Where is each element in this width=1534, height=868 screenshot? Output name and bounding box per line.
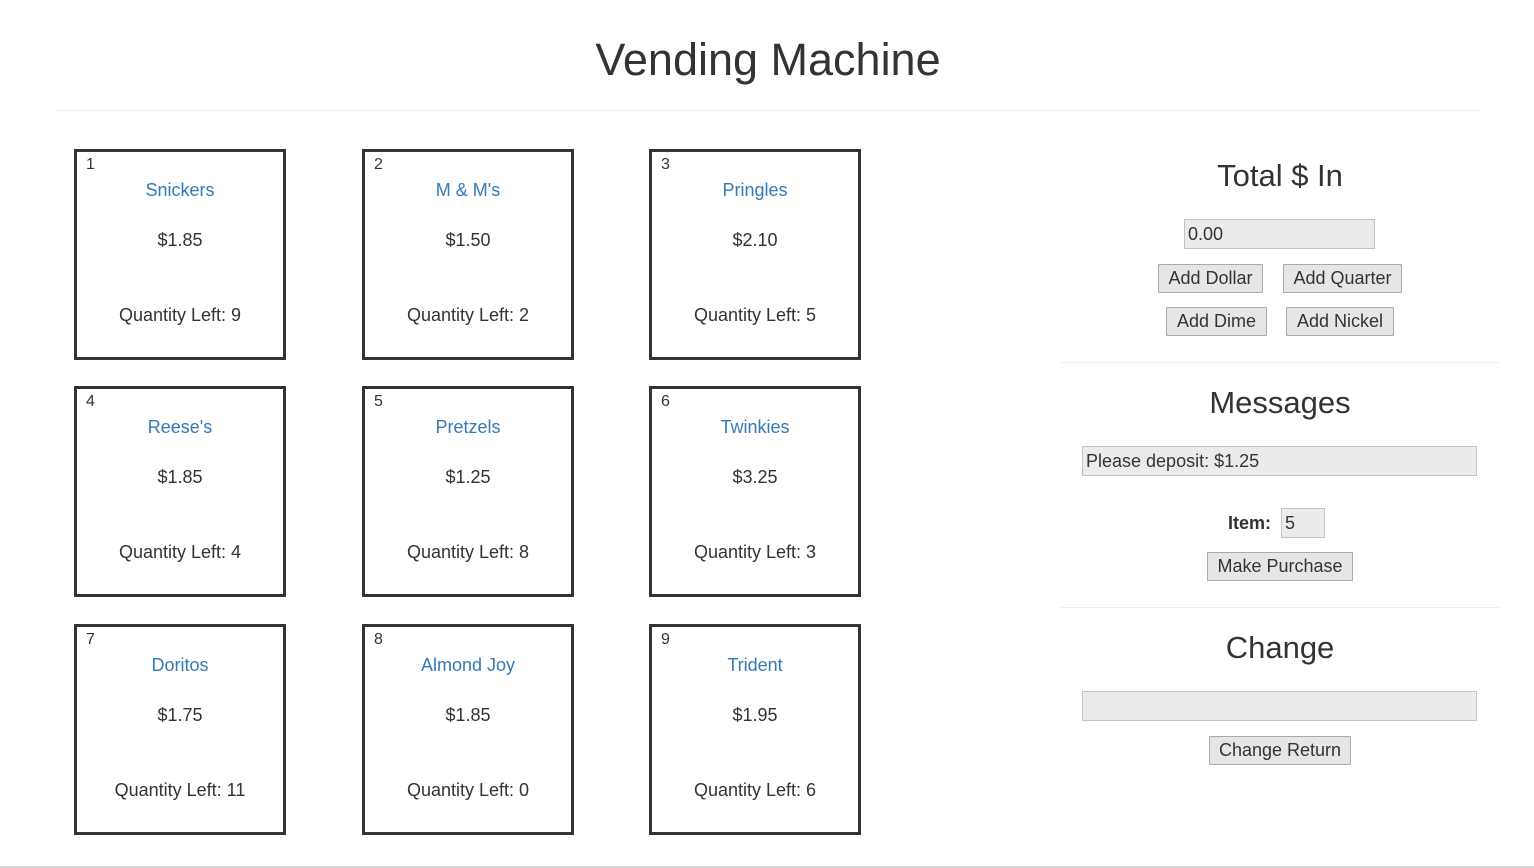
- item-quantity: Quantity Left: 4: [118, 542, 242, 562]
- item-price: $1.85: [157, 230, 203, 250]
- title-divider: [56, 110, 1480, 111]
- item-number: 3: [661, 156, 670, 173]
- item-price: $3.25: [732, 467, 778, 487]
- item-name[interactable]: Doritos: [77, 655, 283, 676]
- item-name[interactable]: Almond Joy: [365, 655, 571, 676]
- item-number: 5: [374, 393, 383, 410]
- messages-heading: Messages: [1209, 385, 1351, 420]
- item-number: 2: [374, 156, 383, 173]
- item-price: $1.85: [445, 705, 491, 725]
- change-return-button[interactable]: Change Return: [1209, 736, 1351, 765]
- add-dollar-button[interactable]: Add Dollar: [1158, 264, 1263, 293]
- item-card-3[interactable]: 3 Pringles $2.10 Quantity Left: 5: [649, 149, 861, 360]
- item-quantity: Quantity Left: 5: [693, 305, 817, 325]
- add-nickel-button[interactable]: Add Nickel: [1286, 307, 1394, 336]
- item-name[interactable]: Twinkies: [652, 417, 858, 438]
- item-name[interactable]: Snickers: [77, 180, 283, 201]
- add-quarter-button[interactable]: Add Quarter: [1283, 264, 1402, 293]
- item-quantity: Quantity Left: 8: [406, 542, 530, 562]
- item-number: 6: [661, 393, 670, 410]
- item-price: $1.85: [157, 467, 203, 487]
- total-in-field[interactable]: 0.00: [1184, 219, 1375, 249]
- item-price: $2.10: [732, 230, 778, 250]
- change-heading: Change: [1225, 630, 1335, 665]
- section-divider: [1061, 607, 1499, 608]
- item-number: 1: [86, 156, 95, 173]
- item-price: $1.95: [732, 705, 778, 725]
- item-quantity: Quantity Left: 2: [406, 305, 530, 325]
- item-card-5[interactable]: 5 Pretzels $1.25 Quantity Left: 8: [362, 386, 574, 597]
- item-quantity: Quantity Left: 11: [114, 780, 246, 800]
- item-quantity: Quantity Left: 3: [693, 542, 817, 562]
- item-name[interactable]: Reese's: [77, 417, 283, 438]
- item-card-8[interactable]: 8 Almond Joy $1.85 Quantity Left: 0: [362, 624, 574, 835]
- item-quantity: Quantity Left: 9: [118, 305, 242, 325]
- item-card-2[interactable]: 2 M & M's $1.50 Quantity Left: 2: [362, 149, 574, 360]
- total-in-heading: Total $ In: [1217, 158, 1343, 193]
- item-quantity: Quantity Left: 6: [693, 780, 817, 800]
- item-card-6[interactable]: 6 Twinkies $3.25 Quantity Left: 3: [649, 386, 861, 597]
- item-quantity: Quantity Left: 0: [406, 780, 530, 800]
- item-card-9[interactable]: 9 Trident $1.95 Quantity Left: 6: [649, 624, 861, 835]
- item-field[interactable]: 5: [1281, 508, 1325, 538]
- item-number: 7: [86, 631, 95, 648]
- item-price: $1.75: [157, 705, 203, 725]
- section-divider: [1061, 362, 1499, 363]
- make-purchase-button[interactable]: Make Purchase: [1207, 552, 1353, 581]
- item-number: 9: [661, 631, 670, 648]
- change-field[interactable]: [1082, 691, 1477, 721]
- add-dime-button[interactable]: Add Dime: [1166, 307, 1267, 336]
- item-name[interactable]: Pretzels: [365, 417, 571, 438]
- item-label: Item:: [1228, 513, 1272, 533]
- item-price: $1.25: [445, 467, 491, 487]
- item-card-7[interactable]: 7 Doritos $1.75 Quantity Left: 11: [74, 624, 286, 835]
- item-number: 8: [374, 631, 383, 648]
- item-price: $1.50: [445, 230, 491, 250]
- item-card-1[interactable]: 1 Snickers $1.85 Quantity Left: 9: [74, 149, 286, 360]
- item-number: 4: [86, 393, 95, 410]
- page-title: Vending Machine: [595, 34, 941, 85]
- item-name[interactable]: Pringles: [652, 180, 858, 201]
- messages-field[interactable]: Please deposit: $1.25: [1082, 446, 1477, 476]
- item-card-4[interactable]: 4 Reese's $1.85 Quantity Left: 4: [74, 386, 286, 597]
- item-name[interactable]: M & M's: [365, 180, 571, 201]
- item-name[interactable]: Trident: [652, 655, 858, 676]
